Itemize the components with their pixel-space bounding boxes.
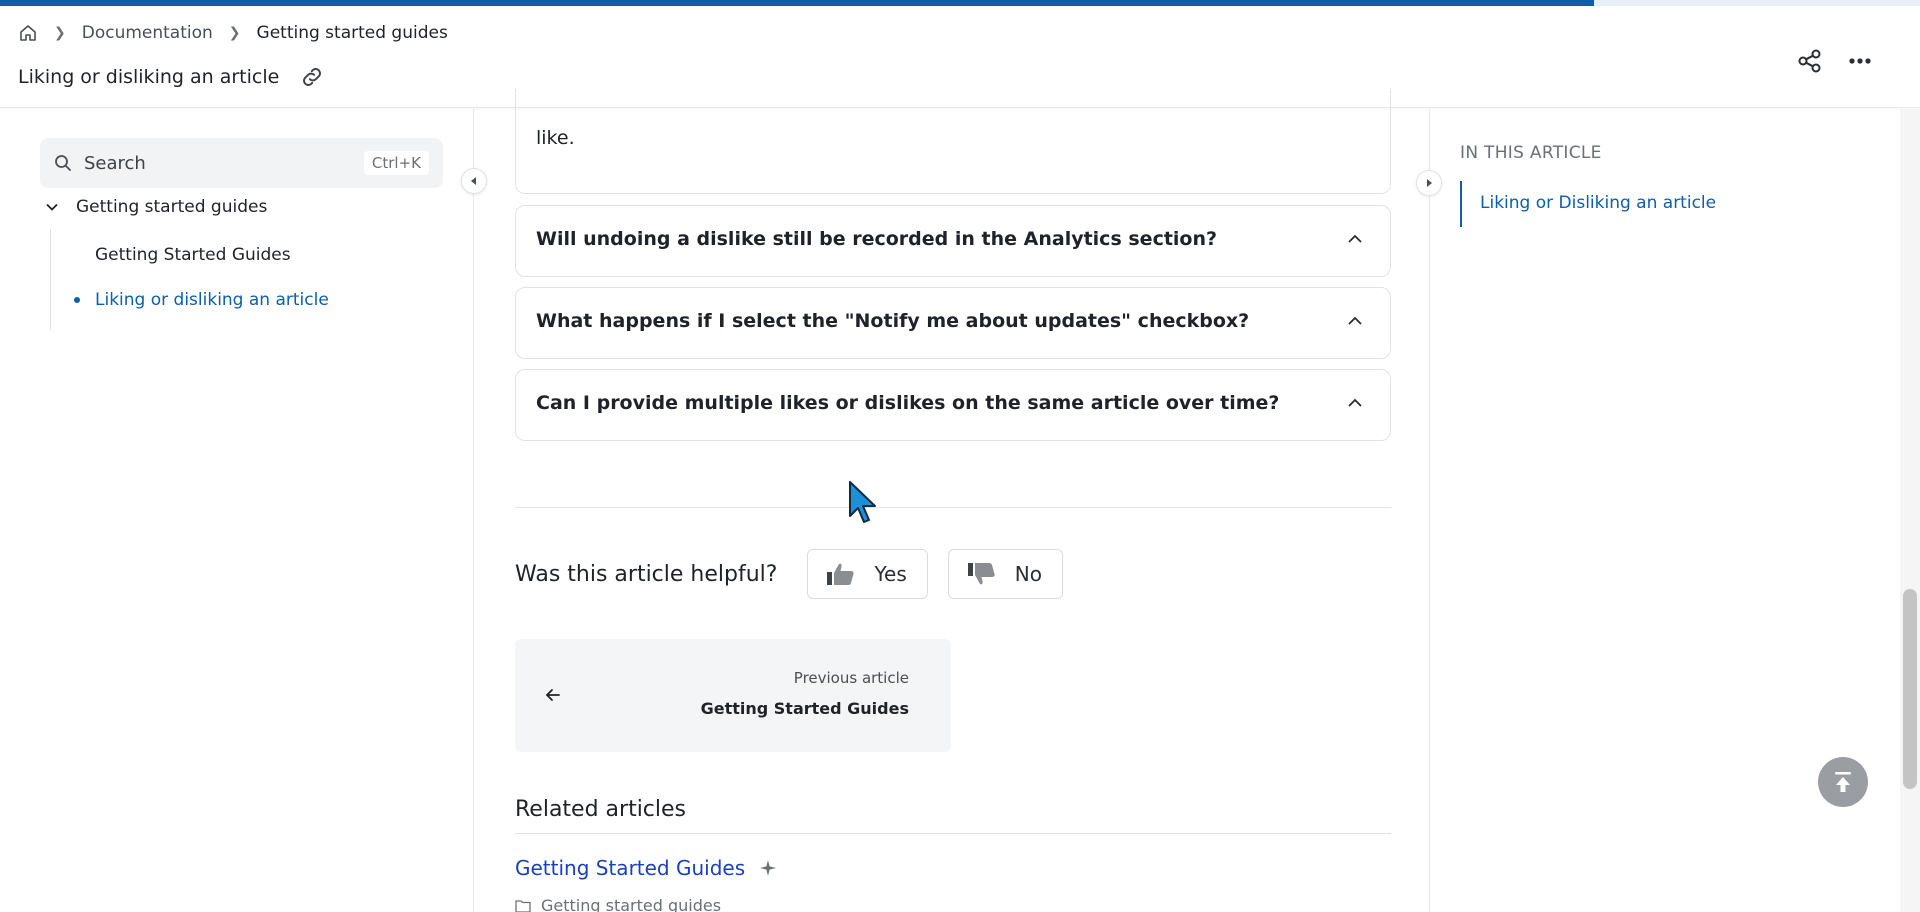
- faq-question: Will undoing a dislike still be recorded…: [536, 228, 1218, 250]
- faq-answer-tail: like.: [536, 127, 575, 149]
- active-item-dot: [74, 297, 80, 303]
- arrow-up-to-top-icon: [1835, 772, 1851, 792]
- faq-answer-faded-line: [536, 101, 575, 121]
- thumbs-down-icon: [967, 563, 995, 585]
- toc-active-indicator: [1460, 181, 1462, 227]
- sidebar-group-label: Getting started guides: [76, 197, 268, 217]
- related-articles-heading: Related articles: [515, 797, 687, 822]
- page-scrollbar[interactable]: [1900, 109, 1920, 912]
- previous-article-label: Previous article: [793, 669, 909, 687]
- dislike-button[interactable]: No: [947, 549, 1063, 599]
- faq-question: What happens if I select the "Notify me …: [536, 310, 1250, 332]
- faq-item-2[interactable]: What happens if I select the "Notify me …: [515, 287, 1391, 359]
- sidebar-item-getting-started-guides[interactable]: Getting Started Guides: [95, 245, 291, 265]
- chevron-up-icon: [1348, 316, 1362, 325]
- sparkle-icon: [760, 860, 777, 876]
- faq-item-1[interactable]: Will undoing a dislike still be recorded…: [515, 205, 1391, 277]
- nav-tree-line: [50, 229, 51, 330]
- copy-link-icon[interactable]: [299, 64, 325, 90]
- scrollbar-thumb[interactable]: [1903, 589, 1917, 789]
- chevron-up-icon: [1348, 398, 1362, 407]
- search-placeholder: Search: [84, 152, 146, 174]
- content-divider: [515, 507, 1391, 508]
- page-title: Liking or disliking an article: [18, 66, 280, 88]
- triangle-right-icon: [1427, 179, 1432, 187]
- breadcrumb-documentation[interactable]: Documentation: [82, 23, 213, 43]
- more-options-icon[interactable]: [1846, 47, 1874, 75]
- sidebar-group-getting-started-guides[interactable]: Getting started guides: [44, 197, 267, 217]
- feedback-question: Was this article helpful?: [515, 561, 778, 587]
- folder-icon: [515, 899, 531, 912]
- search-shortcut-badge: Ctrl+K: [363, 151, 429, 175]
- breadcrumb: ❯ Documentation ❯ Getting started guides: [18, 23, 448, 43]
- arrow-left-icon: [545, 689, 560, 701]
- chevron-right-icon: ❯: [228, 25, 241, 41]
- mouse-cursor-icon: [849, 481, 876, 523]
- like-label: Yes: [874, 562, 907, 586]
- chevron-right-icon: ❯: [54, 25, 66, 41]
- collapse-toc-button[interactable]: [1416, 170, 1442, 196]
- search-input[interactable]: Search Ctrl+K: [40, 138, 443, 188]
- like-button[interactable]: Yes: [807, 549, 928, 599]
- left-sidebar: Search Ctrl+K Getting started guides Get…: [0, 109, 474, 912]
- chevron-down-icon: [46, 203, 58, 211]
- faq-question: Can I provide multiple likes or dislikes…: [536, 392, 1280, 414]
- related-article-category: Getting started guides: [515, 896, 721, 912]
- thumbs-up-icon: [827, 563, 855, 585]
- title-row: Liking or disliking an article: [18, 64, 325, 90]
- previous-article-card[interactable]: Previous article Getting Started Guides: [515, 639, 951, 752]
- toc-item-liking-or-disliking[interactable]: Liking or Disliking an article: [1480, 193, 1716, 213]
- toc-heading: IN THIS ARTICLE: [1460, 143, 1602, 163]
- related-article-link[interactable]: Getting Started Guides: [515, 856, 777, 880]
- chevron-up-icon: [1348, 234, 1362, 243]
- home-icon[interactable]: [18, 23, 38, 43]
- sidebar-item-liking-or-disliking[interactable]: Liking or disliking an article: [95, 290, 329, 310]
- related-article-category-label: Getting started guides: [541, 896, 722, 912]
- feedback-section: Was this article helpful? Yes No: [515, 549, 1083, 599]
- faq-item-3[interactable]: Can I provide multiple likes or dislikes…: [515, 369, 1391, 441]
- faq-answer-expanded: like.: [515, 89, 1391, 194]
- search-icon: [55, 155, 71, 171]
- article-content: like. Will undoing a dislike still be re…: [474, 89, 1429, 912]
- back-to-top-button[interactable]: [1818, 757, 1868, 807]
- faq-answer-text: like.: [536, 101, 575, 155]
- breadcrumb-getting-started-guides[interactable]: Getting started guides: [257, 23, 448, 43]
- dislike-label: No: [1014, 562, 1042, 586]
- share-icon[interactable]: [1796, 47, 1824, 75]
- previous-article-title: Getting Started Guides: [700, 699, 909, 718]
- related-article-title[interactable]: Getting Started Guides: [515, 856, 745, 880]
- related-divider: [515, 833, 1391, 834]
